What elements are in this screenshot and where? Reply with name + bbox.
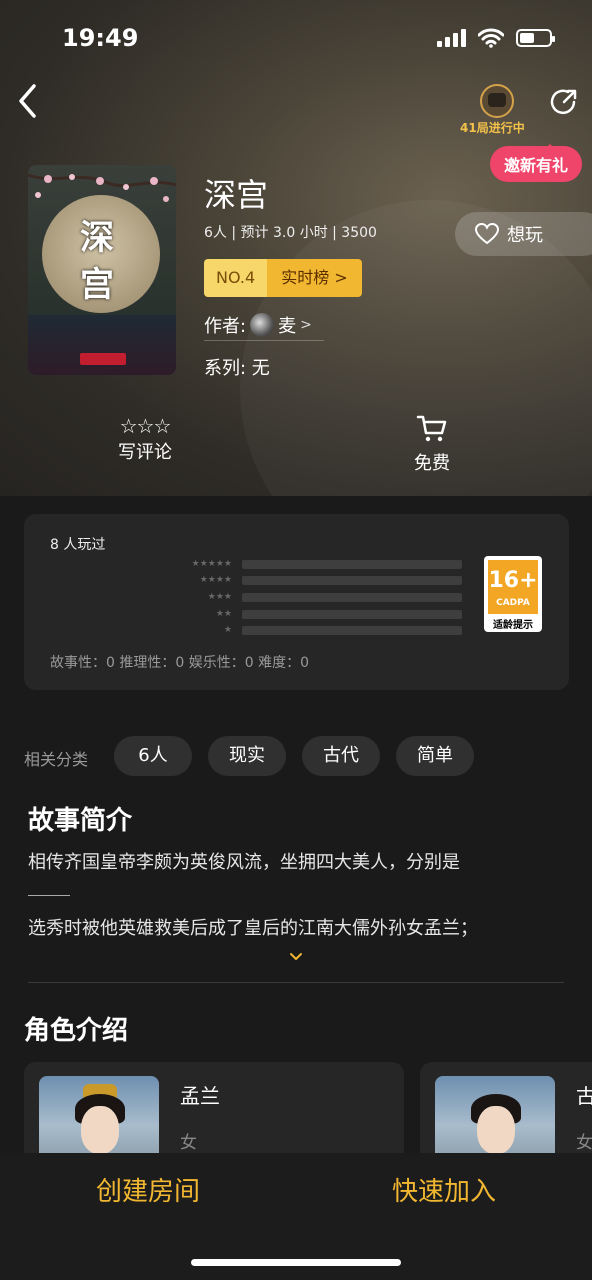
rating-row-4: ★★★★ (174, 575, 462, 585)
share-icon[interactable] (548, 86, 580, 118)
age-rating-number: 16+ (488, 568, 538, 593)
rating-stars-2: ★★ (215, 609, 232, 619)
realtime-rank-badge[interactable]: NO.4 实时榜 > (204, 259, 362, 297)
rating-stars-5: ★★★★★ (191, 559, 232, 569)
tag-chip[interactable]: 现实 (208, 736, 286, 776)
roles-heading: 角色介绍 (24, 1016, 129, 1046)
free-label: 免费 (414, 453, 450, 474)
age-rating-org: CADPA (496, 598, 530, 608)
game-title: 深宫 (204, 176, 269, 214)
status-time: 19:49 (62, 24, 139, 52)
played-count: 8 人玩过 (50, 537, 106, 553)
rating-row-2: ★★ (174, 609, 462, 619)
story-text-line: 相传齐国皇帝李颇为英俊风流，坐拥四大美人，分别是 (28, 852, 460, 873)
author-divider (204, 340, 324, 341)
author-link[interactable]: 作者: 麦 > (204, 312, 312, 338)
score-breakdown: 故事性：0 推理性：0 娱乐性：0 难度：0 (50, 655, 309, 671)
game-cover-image: 深 宫 (28, 165, 176, 375)
cover-seal (80, 353, 126, 365)
quick-join-button[interactable]: 快速加入 (356, 1171, 532, 1208)
series-info: 系列: 无 (204, 358, 270, 379)
role-gender: 女 (180, 1133, 197, 1153)
tags-label: 相关分类 (24, 750, 89, 769)
rating-bar (242, 592, 462, 602)
game-hero: 19:49 41局进行中 邀新有礼 深 宫 深宫 6人 | 预计 3.0 小时 … (0, 0, 592, 496)
rating-stars-4: ★★★★ (199, 575, 232, 585)
rating-stars-3: ★★★ (207, 592, 232, 602)
rank-number: NO.4 (204, 259, 268, 297)
author-name: 麦 (278, 316, 297, 337)
back-icon[interactable] (14, 82, 44, 120)
rating-row-1: ★ (174, 625, 462, 635)
home-indicator[interactable] (191, 1259, 401, 1266)
rating-bar (242, 575, 462, 585)
live-games-count[interactable]: 41局进行中 (460, 119, 525, 136)
tag-chip[interactable]: 古代 (302, 736, 380, 776)
write-review-label: 写评论 (118, 442, 172, 463)
rating-card: 8 人玩过 ★★★★★ ★★★★ ★★★ ★★ ★ 16+ CADPA 适龄提示… (24, 514, 569, 690)
rating-bar (242, 559, 462, 569)
live-games-avatar[interactable] (480, 84, 514, 118)
age-rating-badge: 16+ CADPA 适龄提示 (484, 556, 542, 632)
rating-row-5: ★★★★★ (174, 559, 462, 569)
chevron-down-icon[interactable] (289, 952, 303, 962)
wifi-icon (478, 28, 504, 48)
cellular-signal-icon (437, 29, 466, 47)
cover-title-char-2: 宫 (80, 265, 114, 305)
invite-reward-badge[interactable]: 邀新有礼 (490, 144, 583, 182)
author-label: 作者: (204, 316, 247, 337)
write-review-button[interactable]: ☆☆☆ 写评论 (100, 414, 190, 464)
tag-chip[interactable]: 6人 (114, 736, 192, 776)
story-dash (28, 895, 70, 896)
chevron-right-icon: > (300, 317, 312, 333)
battery-icon (516, 29, 555, 47)
star-outline-icon: ☆☆☆ (119, 414, 172, 438)
heart-icon (475, 223, 499, 245)
role-gender: 女 (576, 1133, 592, 1153)
bottom-action-bar: 创建房间 快速加入 (0, 1153, 592, 1280)
age-rating-tip: 适龄提示 (493, 620, 533, 631)
want-to-play-button[interactable]: 想玩 (455, 212, 592, 256)
rank-board-link[interactable]: 实时榜 > (267, 259, 362, 297)
cover-title-char-1: 深 (80, 218, 114, 258)
want-to-play-label: 想玩 (507, 225, 543, 246)
status-icons (437, 28, 555, 48)
rating-stars-1: ★ (223, 625, 232, 635)
role-name: 古 (576, 1084, 592, 1108)
author-avatar (250, 313, 275, 337)
tag-chip[interactable]: 简单 (396, 736, 474, 776)
rating-row-3: ★★★ (174, 592, 462, 602)
story-text-line: 选秀时被他英雄救美后成了皇后的江南大儒外孙女孟兰； (28, 918, 478, 939)
rating-bar (242, 625, 462, 635)
game-meta: 6人 | 预计 3.0 小时 | 3500 (204, 225, 377, 241)
story-heading: 故事简介 (28, 806, 133, 836)
role-name: 孟兰 (180, 1084, 220, 1108)
rating-bar (242, 609, 462, 619)
free-button[interactable]: 免费 (390, 414, 474, 475)
cart-icon (416, 415, 447, 442)
create-room-button[interactable]: 创建房间 (60, 1171, 236, 1208)
section-divider (28, 982, 564, 983)
